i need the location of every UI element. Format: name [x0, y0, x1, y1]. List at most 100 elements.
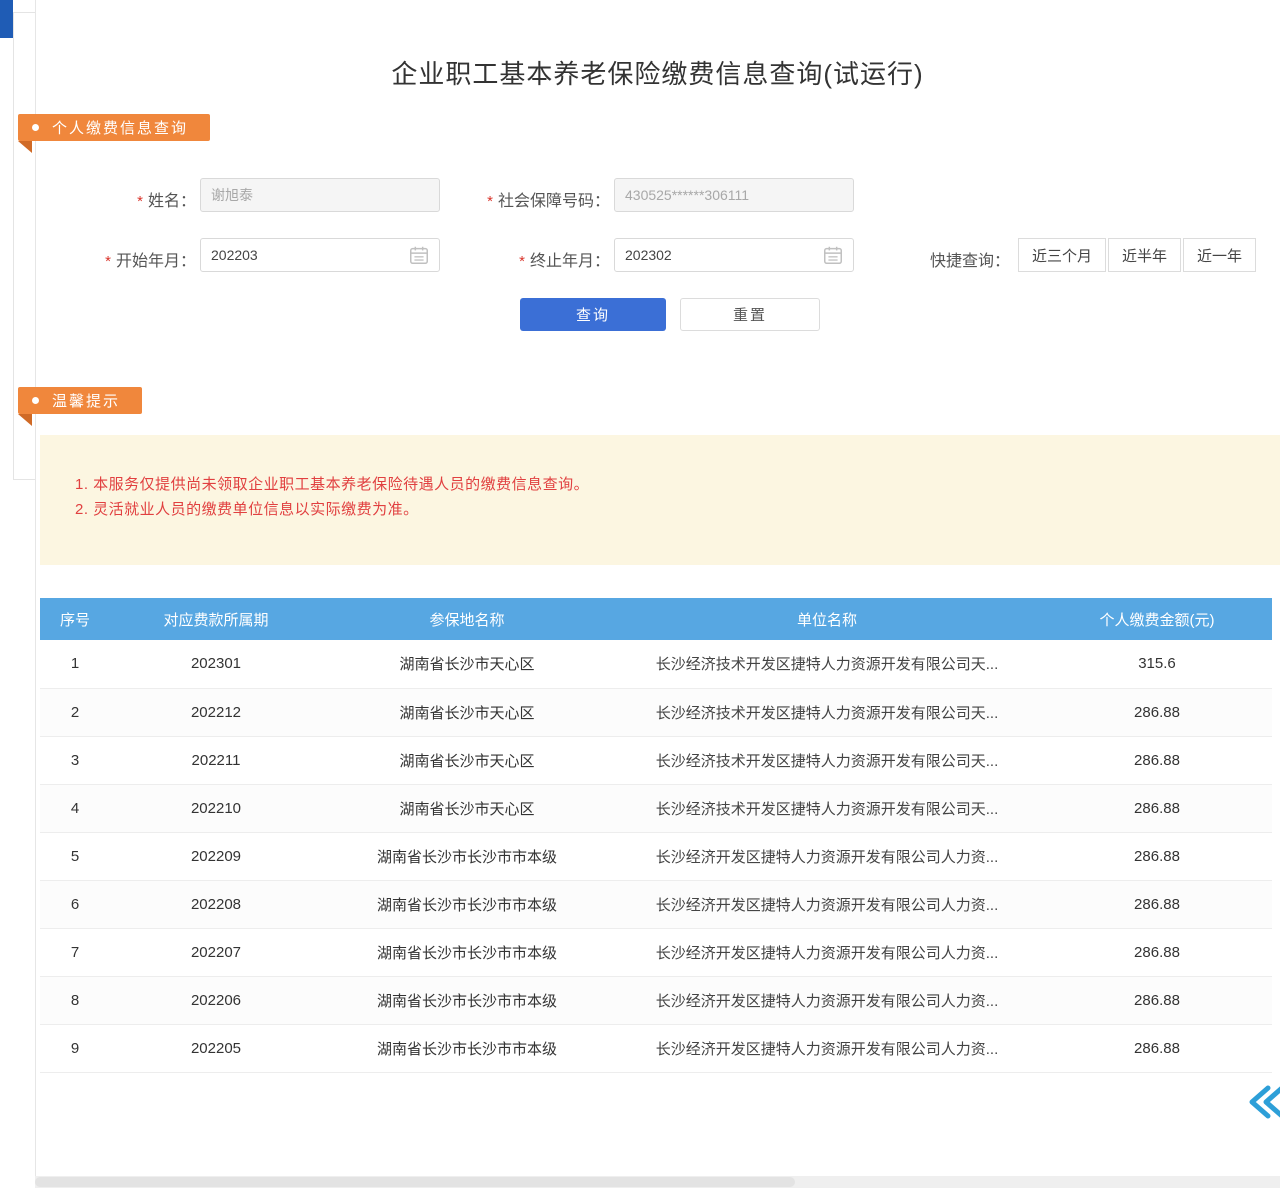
quick-query-label: 快捷查询：	[920, 247, 1010, 271]
cell-period: 202205	[110, 1024, 322, 1072]
start-month-input[interactable]	[200, 238, 440, 272]
quick-option-1[interactable]: 近半年	[1108, 238, 1181, 272]
ssn-label: *社会保障号码：	[450, 187, 610, 211]
cell-seq: 8	[40, 976, 110, 1024]
required-mark: *	[105, 253, 111, 270]
column-header: 参保地名称	[322, 598, 612, 640]
required-mark: *	[487, 193, 493, 210]
cell-company: 长沙经济开发区捷特人力资源开发有限公司人力资...	[612, 1024, 1042, 1072]
table-row: 6202208湖南省长沙市长沙市市本级长沙经济开发区捷特人力资源开发有限公司人力…	[40, 880, 1272, 928]
cell-company: 长沙经济开发区捷特人力资源开发有限公司人力资...	[612, 928, 1042, 976]
ribbon-fold	[18, 414, 32, 426]
name-label: *姓名：	[96, 187, 196, 211]
table-row: 9202205湖南省长沙市长沙市市本级长沙经济开发区捷特人力资源开发有限公司人力…	[40, 1024, 1272, 1072]
section-tag-tips: 温馨提示	[18, 387, 142, 414]
horizontal-scrollbar[interactable]	[35, 1176, 1280, 1188]
table-row: 3202211湖南省长沙市天心区长沙经济技术开发区捷特人力资源开发有限公司天..…	[40, 736, 1272, 784]
table-header: 序号对应费款所属期参保地名称单位名称个人缴费金额(元)	[40, 598, 1272, 640]
cell-period: 202206	[110, 976, 322, 1024]
table-row: 7202207湖南省长沙市长沙市市本级长沙经济开发区捷特人力资源开发有限公司人力…	[40, 928, 1272, 976]
cell-seq: 2	[40, 688, 110, 736]
reset-button[interactable]: 重置	[680, 298, 820, 331]
quick-query-group: 近三个月近半年近一年	[1018, 238, 1256, 272]
bullet-icon	[32, 397, 39, 404]
column-header: 对应费款所属期	[110, 598, 322, 640]
column-header: 个人缴费金额(元)	[1042, 598, 1272, 640]
column-header: 序号	[40, 598, 110, 640]
quick-option-0[interactable]: 近三个月	[1018, 238, 1106, 272]
cell-amount: 286.88	[1042, 976, 1272, 1024]
name-input[interactable]	[200, 178, 440, 212]
table-row: 8202206湖南省长沙市长沙市市本级长沙经济开发区捷特人力资源开发有限公司人力…	[40, 976, 1272, 1024]
notice-line: 2. 灵活就业人员的缴费单位信息以实际缴费为准。	[75, 497, 1260, 522]
cell-amount: 315.6	[1042, 640, 1272, 688]
cell-period: 202207	[110, 928, 322, 976]
cell-amount: 286.88	[1042, 928, 1272, 976]
calendar-icon[interactable]	[408, 244, 430, 266]
cell-seq: 3	[40, 736, 110, 784]
scrollbar-thumb[interactable]	[35, 1177, 795, 1187]
cell-area: 湖南省长沙市长沙市市本级	[322, 832, 612, 880]
cell-seq: 9	[40, 1024, 110, 1072]
collapse-panel-icon[interactable]	[1246, 1082, 1280, 1122]
ssn-input[interactable]	[614, 178, 854, 212]
table-row: 2202212湖南省长沙市天心区长沙经济技术开发区捷特人力资源开发有限公司天..…	[40, 688, 1272, 736]
cell-period: 202210	[110, 784, 322, 832]
cell-amount: 286.88	[1042, 880, 1272, 928]
bullet-icon	[32, 124, 39, 131]
cell-period: 202301	[110, 640, 322, 688]
cell-area: 湖南省长沙市长沙市市本级	[322, 880, 612, 928]
cell-amount: 286.88	[1042, 1024, 1272, 1072]
calendar-icon[interactable]	[822, 244, 844, 266]
cell-amount: 286.88	[1042, 688, 1272, 736]
table-row: 1202301湖南省长沙市天心区长沙经济技术开发区捷特人力资源开发有限公司天..…	[40, 640, 1272, 688]
cell-company: 长沙经济开发区捷特人力资源开发有限公司人力资...	[612, 880, 1042, 928]
cell-area: 湖南省长沙市天心区	[322, 640, 612, 688]
cell-company: 长沙经济技术开发区捷特人力资源开发有限公司天...	[612, 784, 1042, 832]
cell-area: 湖南省长沙市天心区	[322, 784, 612, 832]
page-title: 企业职工基本养老保险缴费信息查询(试运行)	[35, 54, 1280, 91]
cell-amount: 286.88	[1042, 784, 1272, 832]
section-tag-label: 个人缴费信息查询	[52, 117, 188, 138]
required-mark: *	[137, 193, 143, 210]
cell-period: 202208	[110, 880, 322, 928]
required-mark: *	[519, 253, 525, 270]
ribbon-fold	[18, 141, 32, 153]
section-tag-personal-query: 个人缴费信息查询	[18, 114, 210, 141]
section-tag-label: 温馨提示	[52, 390, 120, 411]
table-row: 4202210湖南省长沙市天心区长沙经济技术开发区捷特人力资源开发有限公司天..…	[40, 784, 1272, 832]
cell-company: 长沙经济开发区捷特人力资源开发有限公司人力资...	[612, 832, 1042, 880]
cell-seq: 6	[40, 880, 110, 928]
cell-area: 湖南省长沙市天心区	[322, 688, 612, 736]
pension-query-page: 企业职工基本养老保险缴费信息查询(试运行) 个人缴费信息查询 *姓名： *社会保…	[0, 0, 1280, 1188]
cell-seq: 7	[40, 928, 110, 976]
end-month-label: *终止年月：	[490, 247, 610, 271]
cell-seq: 4	[40, 784, 110, 832]
end-month-input[interactable]	[614, 238, 854, 272]
table-body: 1202301湖南省长沙市天心区长沙经济技术开发区捷特人力资源开发有限公司天..…	[40, 640, 1272, 1072]
payment-records-table: 序号对应费款所属期参保地名称单位名称个人缴费金额(元) 1202301湖南省长沙…	[40, 598, 1272, 1073]
notice-box: 1. 本服务仅提供尚未领取企业职工基本养老保险待遇人员的缴费信息查询。 2. 灵…	[40, 435, 1280, 565]
cell-area: 湖南省长沙市天心区	[322, 736, 612, 784]
cell-amount: 286.88	[1042, 736, 1272, 784]
cell-period: 202212	[110, 688, 322, 736]
cell-area: 湖南省长沙市长沙市市本级	[322, 976, 612, 1024]
cell-area: 湖南省长沙市长沙市市本级	[322, 1024, 612, 1072]
cell-company: 长沙经济技术开发区捷特人力资源开发有限公司天...	[612, 736, 1042, 784]
cell-period: 202209	[110, 832, 322, 880]
cell-company: 长沙经济技术开发区捷特人力资源开发有限公司天...	[612, 640, 1042, 688]
cell-amount: 286.88	[1042, 832, 1272, 880]
notice-line: 1. 本服务仅提供尚未领取企业职工基本养老保险待遇人员的缴费信息查询。	[75, 472, 1260, 497]
cell-seq: 5	[40, 832, 110, 880]
cell-area: 湖南省长沙市长沙市市本级	[322, 928, 612, 976]
sidebar-accent-block	[0, 0, 13, 38]
cell-seq: 1	[40, 640, 110, 688]
table-row: 5202209湖南省长沙市长沙市市本级长沙经济开发区捷特人力资源开发有限公司人力…	[40, 832, 1272, 880]
quick-option-2[interactable]: 近一年	[1183, 238, 1256, 272]
start-month-label: *开始年月：	[76, 247, 196, 271]
query-button[interactable]: 查询	[520, 298, 666, 331]
cell-company: 长沙经济技术开发区捷特人力资源开发有限公司天...	[612, 688, 1042, 736]
cell-company: 长沙经济开发区捷特人力资源开发有限公司人力资...	[612, 976, 1042, 1024]
cell-period: 202211	[110, 736, 322, 784]
column-header: 单位名称	[612, 598, 1042, 640]
